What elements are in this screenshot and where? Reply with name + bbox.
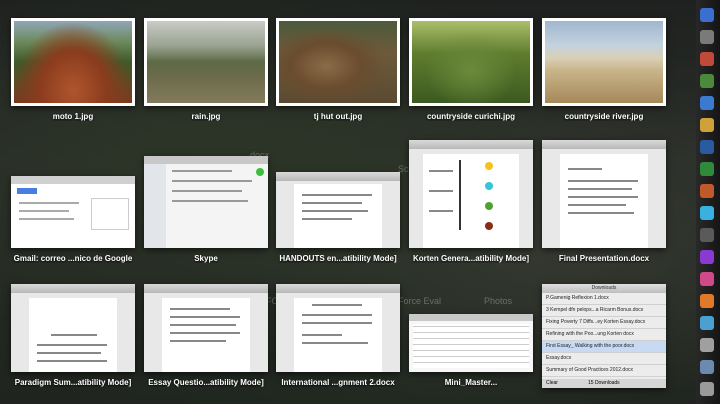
firefox-icon[interactable]	[700, 294, 714, 308]
app-icon[interactable]	[700, 272, 714, 286]
app-icon[interactable]	[700, 30, 714, 44]
downloads-stack-icon[interactable]	[700, 360, 714, 374]
spreadsheet-preview	[409, 314, 533, 372]
document-preview	[276, 284, 400, 372]
downloads-count: 15 Downloads	[588, 380, 620, 386]
powerpoint-icon[interactable]	[700, 184, 714, 198]
downloads-title: Downloads	[542, 284, 666, 293]
app-icon[interactable]	[700, 52, 714, 66]
window-label: Korten Genera...atibility Mode]	[412, 254, 529, 263]
window-label: Paradigm Sum...atibility Mode]	[14, 378, 132, 387]
app-icon[interactable]	[700, 118, 714, 132]
app-icon[interactable]	[700, 338, 714, 352]
finder-icon[interactable]	[700, 8, 714, 22]
download-item[interactable]: Refining with the Poo...ung Korten docx	[542, 329, 666, 341]
download-item[interactable]: 3 Kempel dfn pelops...a Ricarm Bonus.doc…	[542, 305, 666, 317]
window-label: HANDOUTS en...atibility Mode]	[279, 254, 397, 263]
word-icon[interactable]	[700, 140, 714, 154]
document-preview	[276, 172, 400, 248]
photo-preview	[276, 18, 400, 106]
download-item[interactable]: Fixing Poverty 7 Diffs...ey Korten Essay…	[542, 317, 666, 329]
app-icon[interactable]	[700, 316, 714, 330]
desktop-label: Photos	[484, 296, 513, 306]
document-preview	[144, 284, 268, 372]
window-label: countryside river.jpg	[564, 112, 644, 121]
window-label: tj hut out.jpg	[313, 112, 363, 121]
window-label: International ...gnment 2.docx	[281, 378, 395, 387]
window-label: Final Presentation.docx	[558, 254, 650, 263]
window-label: Mini_Master...	[444, 378, 498, 387]
browser-preview	[11, 176, 135, 248]
photo-preview	[542, 18, 666, 106]
trash-icon[interactable]	[700, 382, 714, 396]
downloads-preview: Downloads P.Gamenig Reflexion 1.docx 3 K…	[542, 284, 666, 388]
document-preview	[409, 140, 533, 248]
document-preview	[542, 140, 666, 248]
skype-icon[interactable]	[700, 206, 714, 220]
download-item[interactable]: P.Gamenig Reflexion 1.docx	[542, 293, 666, 305]
download-item[interactable]: First Essay_ Walking with the poor.docx	[542, 341, 666, 353]
dock	[696, 0, 720, 404]
app-icon[interactable]	[700, 228, 714, 242]
window-label: Gmail: correo ...nico de Google	[13, 254, 133, 263]
desktop-label: Force Eval	[398, 296, 442, 306]
excel-icon[interactable]	[700, 162, 714, 176]
window-label: Essay Questio...atibility Mode]	[148, 378, 264, 387]
photo-preview	[409, 18, 533, 106]
app-preview	[144, 156, 268, 248]
window-label: rain.jpg	[191, 112, 221, 121]
photo-preview	[144, 18, 268, 106]
window-label: moto 1.jpg	[52, 112, 94, 121]
app-icon[interactable]	[700, 96, 714, 110]
app-icon[interactable]	[700, 250, 714, 264]
clear-button[interactable]: Clear	[542, 380, 558, 386]
photo-preview	[11, 18, 135, 106]
window-label: countryside curichi.jpg	[426, 112, 515, 121]
document-preview	[11, 284, 135, 372]
app-icon[interactable]	[700, 74, 714, 88]
window-label: Skype	[194, 254, 218, 263]
download-item[interactable]: Summary of Good Practices 2012.docx	[542, 365, 666, 377]
download-item[interactable]: Essay.docx	[542, 353, 666, 365]
